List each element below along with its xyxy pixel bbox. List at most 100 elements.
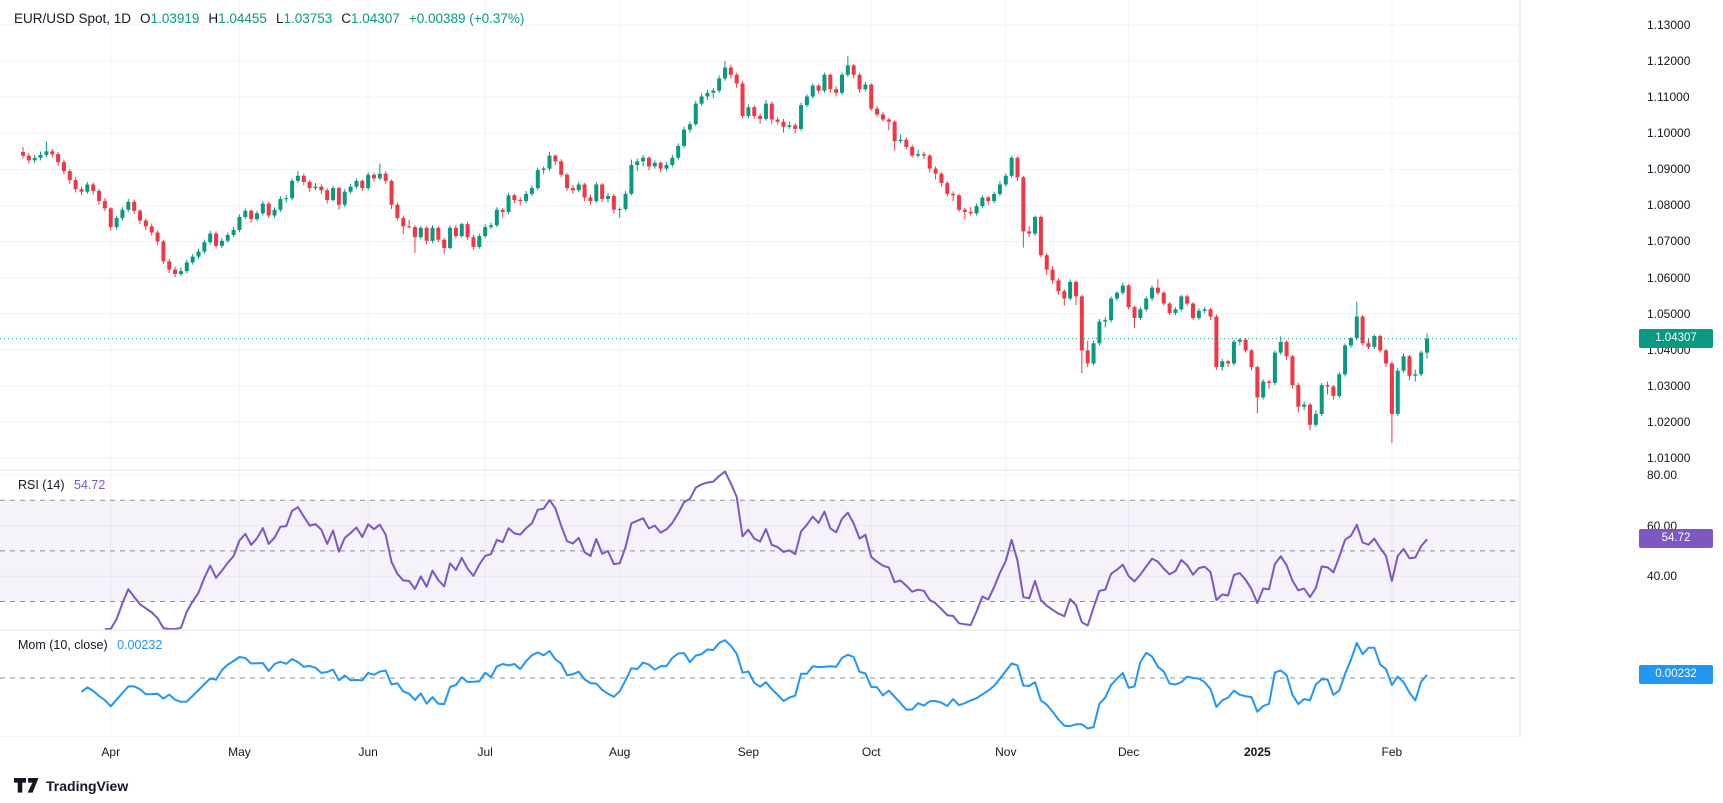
chart-canvas[interactable] [0,0,1723,803]
momentum-value-badge: 0.00232 [1639,665,1713,684]
candle-body [916,154,920,155]
candle-body [565,175,569,188]
time-tick-label: Nov [995,745,1016,759]
candle-body [1162,293,1166,304]
momentum-value: 0.00232 [117,638,162,652]
ohlc-close: C1.04307 [341,10,400,28]
price-tick-label: 1.08000 [1647,197,1690,213]
candle-body [805,96,809,105]
ohlc-high: H1.04455 [208,10,267,28]
candle-body [577,184,581,190]
candle-body [828,75,832,89]
candle-body [1361,317,1365,344]
candle-body [694,104,698,125]
candle-body [208,234,212,243]
candle-body [910,147,914,156]
candle-body [1138,309,1142,318]
candle-body [1092,343,1096,363]
candle-body [1185,296,1189,303]
candle-body [62,162,66,171]
candle-body [1086,350,1090,363]
candle-body [1372,336,1376,347]
candle-body [1226,361,1230,363]
candle-body [1238,340,1242,342]
candle-body [629,165,633,194]
rsi-name: RSI (14) [18,478,65,492]
candle-body [928,156,932,169]
candle-body [1419,353,1423,375]
rsi-value: 54.72 [74,478,105,492]
candle-body [939,174,943,183]
candle-body [893,122,897,141]
candle-body [922,154,926,155]
candle-body [85,184,89,191]
price-axis[interactable] [1521,0,1723,737]
candle-body [161,241,165,261]
candle-body [477,236,481,247]
candle-body [1296,385,1300,407]
candle-body [688,124,692,129]
candle-body [594,184,598,201]
candle-body [1302,405,1306,407]
candle-body [863,85,867,90]
candle-body [1261,381,1265,397]
candle-body [120,210,124,218]
candle-body [1390,363,1394,414]
candle-body [986,197,990,201]
candle-body [1343,345,1347,374]
candle-body [618,209,622,210]
candle-body [331,188,335,200]
candle-body [471,237,475,247]
candle-body [559,161,563,174]
candle-body [109,208,113,227]
candle-body [700,96,704,103]
candle-body [1290,356,1294,385]
candle-body [167,261,171,269]
candle-body [1115,293,1119,299]
candle-body [834,89,838,93]
tradingview-logo-icon[interactable] [14,778,39,793]
candle-body [705,93,709,97]
candle-body [536,170,540,188]
candle-body [1214,317,1218,368]
candle-body [436,228,440,240]
candle-body [969,212,973,213]
candle-body [308,182,312,188]
candle-body [1121,286,1125,293]
candle-body [1062,291,1066,298]
candle-body [56,154,60,162]
candle-body [934,169,938,174]
candle-body [319,187,323,191]
tradingview-logo-text[interactable]: TradingView [46,778,128,794]
candle-body [115,218,119,227]
candle-body [1308,405,1312,425]
candle-body [1337,374,1341,396]
candle-body [132,202,136,211]
candle-body [1010,158,1014,176]
candle-body [1250,350,1254,367]
candle-body [1097,322,1101,344]
candle-body [1425,339,1429,353]
candle-body [583,184,587,197]
symbol-title: EUR/USD Spot, 1D [14,10,131,28]
rsi-tick-label: 80.00 [1647,467,1677,483]
candle-body [302,176,306,182]
candle-body [74,180,78,189]
momentum-indicator-label: Mom (10, close) 0.00232 [18,637,162,653]
candle-body [1232,342,1236,364]
price-tick-label: 1.07000 [1647,233,1690,249]
candle-body [512,195,516,200]
candle-body [904,140,908,147]
candle-body [150,226,154,232]
candle-body [232,230,236,235]
candle-body [624,194,628,209]
rsi-tick-label: 40.00 [1647,568,1677,584]
candle-body [483,227,487,236]
candle-body [366,175,370,188]
candle-body [1109,299,1113,321]
candle-body [495,210,499,226]
time-tick-label: Feb [1382,745,1403,759]
candle-body [1039,217,1043,255]
candle-body [1033,217,1037,234]
candle-body [875,109,879,115]
